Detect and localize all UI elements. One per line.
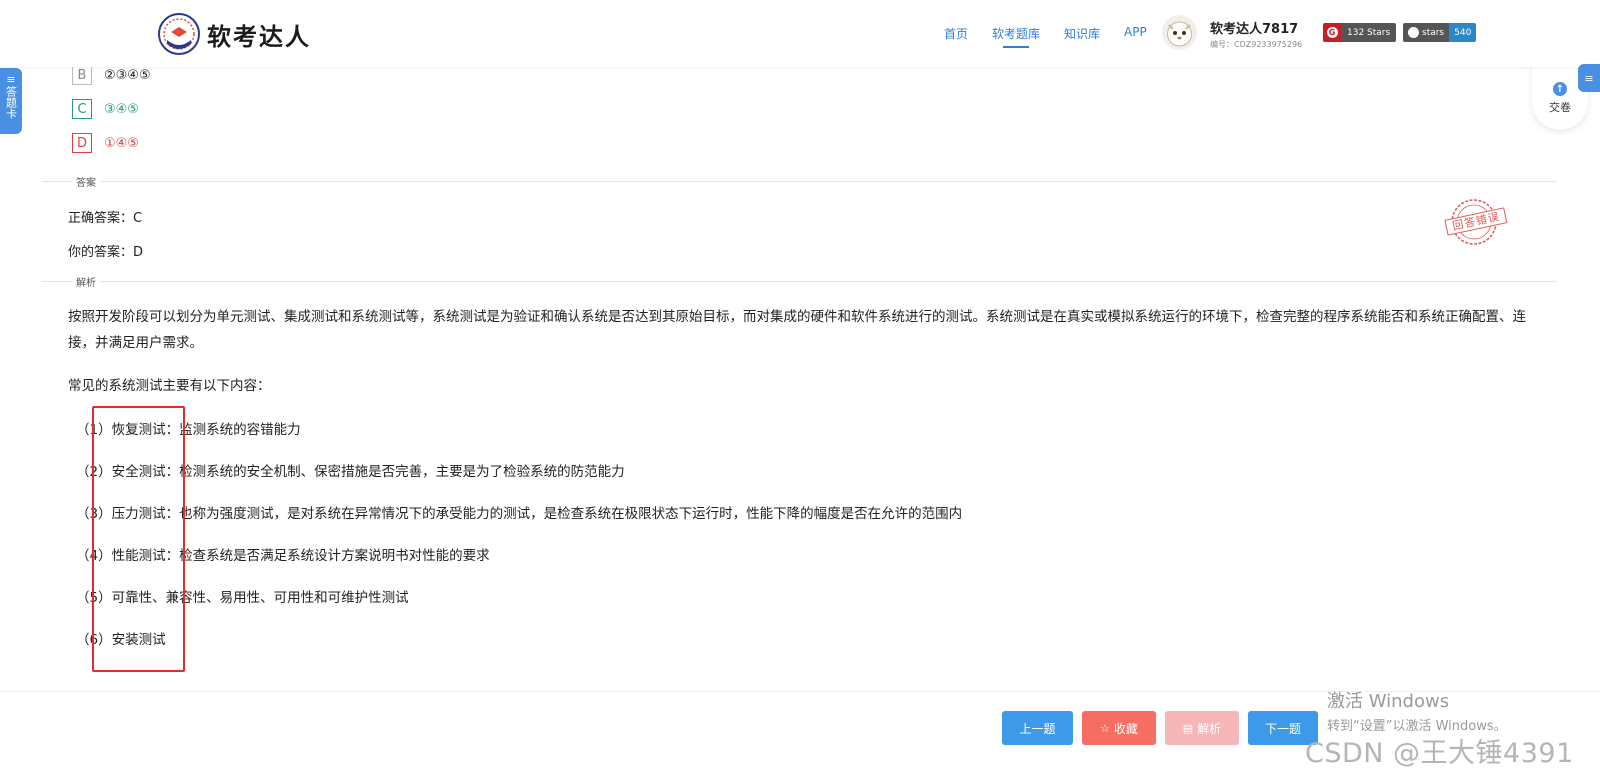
option-d[interactable]: D ①④⑤ — [72, 133, 139, 153]
username[interactable]: 软考达人7817 — [1210, 18, 1298, 37]
submit-label: 交卷 — [1549, 101, 1571, 114]
correct-answer: 正确答案：C — [68, 211, 143, 226]
gitee-stars-badge[interactable]: G 132 Stars — [1323, 23, 1397, 42]
your-answer: 你的答案：D — [68, 245, 144, 260]
answer-divider — [42, 181, 1557, 182]
option-letter: B — [72, 65, 92, 85]
nav-knowledge-base[interactable]: 知识库 — [1064, 25, 1100, 42]
top-header: 软考达人 首页 软考题库 知识库 APP 软考达人7817 编号：CDZ9233… — [0, 0, 1600, 67]
nav-home[interactable]: 首页 — [944, 25, 968, 42]
option-letter: D — [72, 133, 92, 153]
document-icon: ▤ — [1182, 721, 1194, 735]
user-id: 编号：CDZ9233975296 — [1210, 40, 1303, 49]
windows-watermark-line1: 激活 Windows — [1327, 691, 1450, 712]
wrong-answer-stamp: 回答错误 — [1444, 198, 1508, 248]
analysis-divider — [42, 281, 1557, 282]
arrow-up-icon: ↑ — [1553, 82, 1567, 96]
answer-section-label: 答案 — [72, 174, 100, 189]
logo-emblem-icon — [157, 12, 201, 56]
logo-text: 软考达人 — [207, 22, 311, 51]
prev-label: 上一题 — [1019, 721, 1056, 736]
analysis-label: 解析 — [1197, 721, 1222, 736]
right-menu-tab[interactable]: ≡ — [1578, 64, 1600, 92]
option-value: ③④⑤ — [104, 101, 139, 117]
menu-icon: ≡ — [1584, 71, 1594, 85]
nav-app[interactable]: APP — [1124, 25, 1147, 42]
prev-question-button[interactable]: 上一题 — [1002, 711, 1073, 745]
annotation-highlight-box — [92, 406, 185, 672]
star-icon: ☆ — [1100, 721, 1110, 735]
site-logo[interactable]: 软考达人 — [157, 12, 311, 56]
analysis-button[interactable]: ▤ 解析 — [1165, 711, 1239, 745]
option-value: ②③④⑤ — [104, 67, 151, 83]
main-nav: 首页 软考题库 知识库 APP — [944, 25, 1171, 48]
analysis-paragraph-1: 按照开发阶段可以划分为单元测试、集成测试和系统测试等，系统测试是为验证和确认系统… — [68, 309, 1526, 351]
favorite-label: 收藏 — [1113, 721, 1138, 736]
user-avatar[interactable] — [1162, 15, 1197, 50]
answer-card-label: 答题卡 — [4, 86, 18, 119]
option-letter: C — [72, 99, 92, 119]
gitee-stars-text: 132 Stars — [1341, 23, 1397, 42]
next-label: 下一题 — [1264, 721, 1301, 736]
github-stars-badge[interactable]: stars 540 — [1403, 23, 1477, 42]
analysis-paragraph-2: 常见的系统测试主要有以下内容： — [68, 378, 271, 394]
option-c[interactable]: C ③④⑤ — [72, 99, 139, 119]
answer-card-tab[interactable]: ≡ 答题卡 — [0, 68, 22, 134]
github-stars-label: stars — [1422, 27, 1445, 38]
menu-icon: ≡ — [6, 73, 16, 86]
github-stars-count: 540 — [1449, 23, 1477, 42]
gitee-icon: G — [1326, 27, 1338, 38]
analysis-section-label: 解析 — [72, 274, 100, 289]
option-value: ①④⑤ — [104, 135, 139, 151]
option-b[interactable]: B ②③④⑤ — [72, 65, 151, 85]
windows-activation-watermark: 激活 Windows 转到“设置”以激活 Windows。 — [1327, 687, 1507, 734]
analysis-item: （3）压力测试：也称为强度测试，是对系统在异常情况下的承受能力的测试，是检查系统… — [76, 506, 963, 522]
csdn-watermark: CSDN @王大锤4391 — [1305, 738, 1574, 769]
favorite-button[interactable]: ☆ 收藏 — [1082, 711, 1156, 745]
nav-question-bank[interactable]: 软考题库 — [992, 25, 1040, 48]
github-icon — [1408, 27, 1419, 38]
